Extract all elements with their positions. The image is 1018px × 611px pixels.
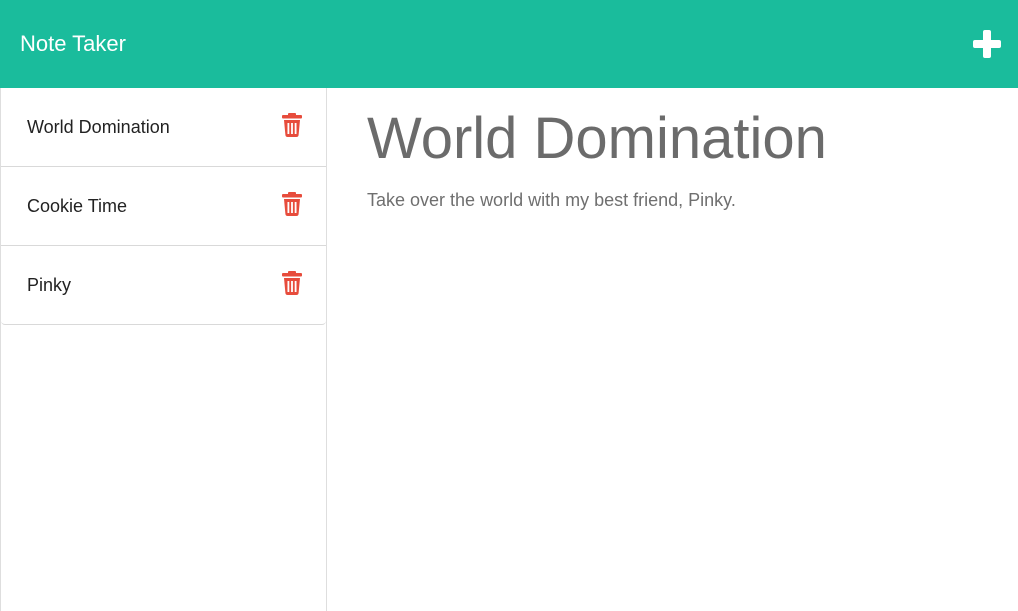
list-item[interactable]: Pinky: [1, 246, 326, 325]
note-view: World Domination Take over the world wit…: [328, 88, 1018, 611]
top-navbar: Note Taker: [0, 0, 1018, 88]
note-taker-app: Note Taker World Domination Cookie Time …: [0, 0, 1018, 611]
note-text-field[interactable]: Take over the world with my best friend,…: [367, 188, 736, 212]
note-list-title[interactable]: World Domination: [27, 116, 170, 138]
trash-icon: [282, 192, 302, 216]
app-title[interactable]: Note Taker: [20, 30, 126, 58]
trash-icon: [282, 271, 302, 295]
note-list-title[interactable]: Cookie Time: [27, 195, 127, 217]
list-item[interactable]: World Domination: [1, 88, 326, 167]
delete-note-button[interactable]: [281, 113, 303, 137]
delete-note-button[interactable]: [281, 271, 303, 295]
delete-note-button[interactable]: [281, 192, 303, 216]
note-list-sidebar: World Domination Cookie Time Pinky: [0, 88, 327, 611]
plus-icon: [973, 30, 1001, 58]
note-list: World Domination Cookie Time Pinky: [1, 88, 326, 325]
note-title-field[interactable]: World Domination: [367, 104, 827, 174]
trash-icon: [282, 113, 302, 137]
list-item[interactable]: Cookie Time: [1, 167, 326, 246]
note-list-title[interactable]: Pinky: [27, 274, 71, 296]
new-note-button[interactable]: [970, 27, 1004, 61]
